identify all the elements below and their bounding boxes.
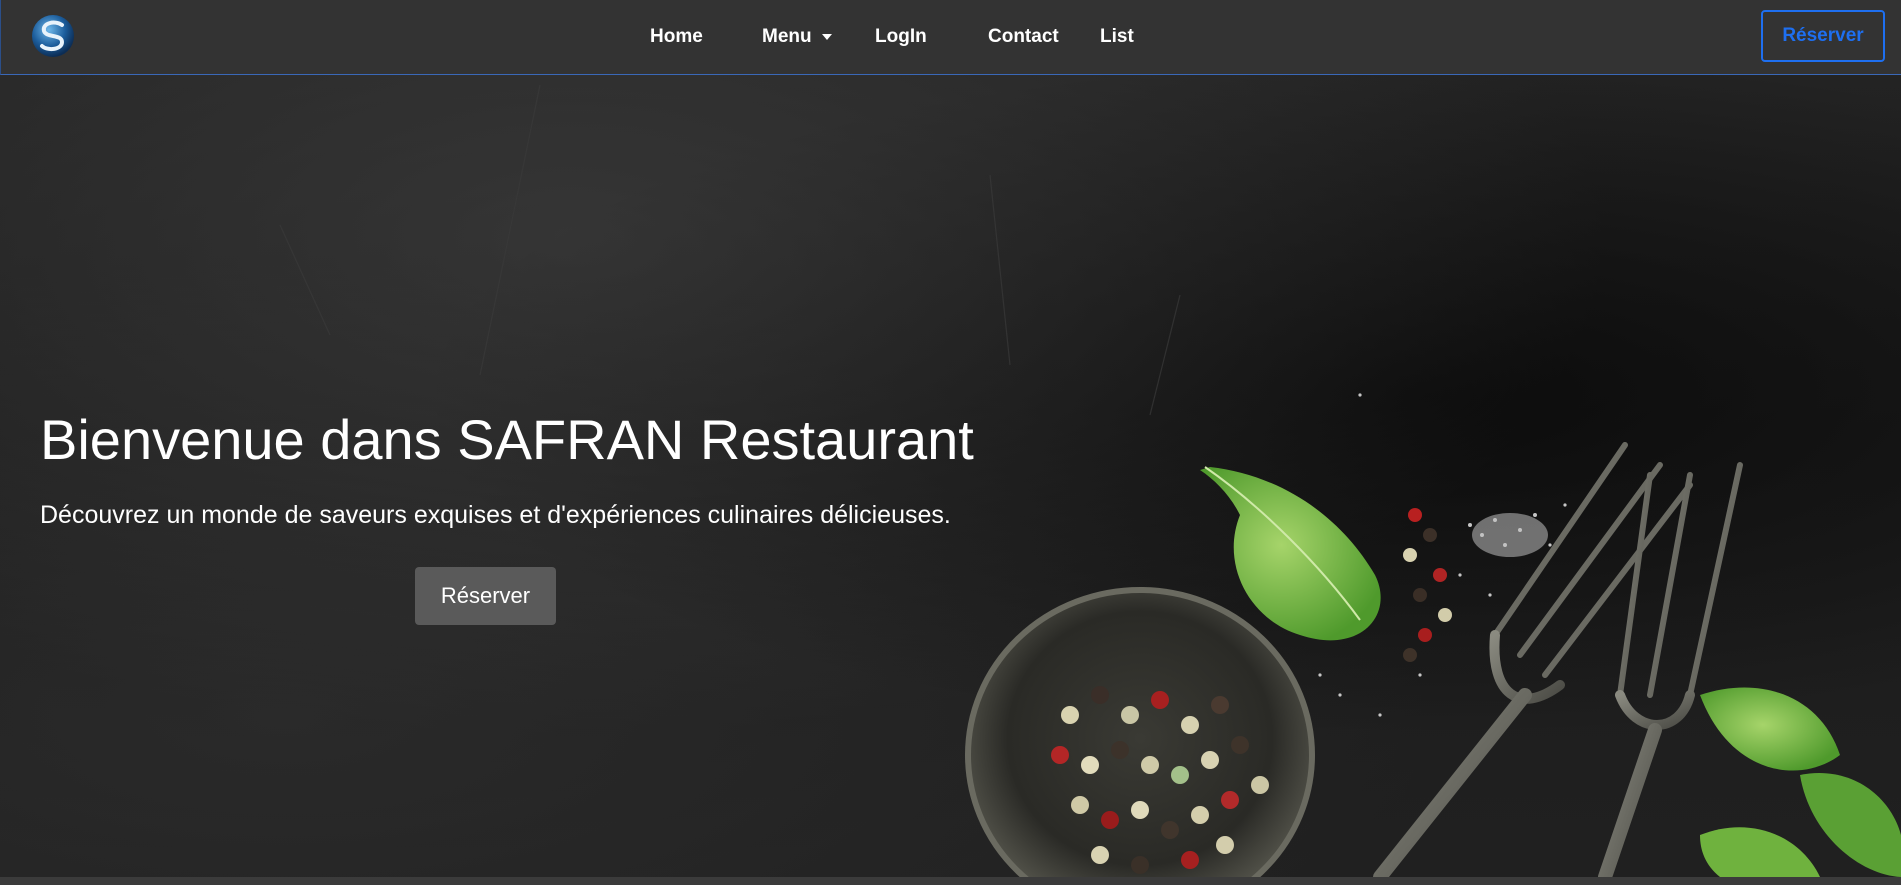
nav-menu-label: Menu [762,26,812,47]
page-bottom-edge [0,877,1901,885]
reserve-button[interactable]: Réserver [1761,10,1885,62]
hero-subtitle: Découvrez un monde de saveurs exquises e… [40,501,951,529]
hero-reserve-button[interactable]: Réserver [415,567,556,625]
hero-section: Bienvenue dans SAFRAN Restaurant Découvr… [0,75,1901,877]
caret-down-icon [821,33,832,40]
logo-icon[interactable] [29,12,77,60]
nav-login-link[interactable]: LogIn [875,26,927,48]
hero-title: Bienvenue dans SAFRAN Restaurant [40,408,974,471]
nav-contact-link[interactable]: Contact [988,26,1059,48]
nav-home-link[interactable]: Home [650,26,703,48]
nav-menu-dropdown[interactable]: Menu [762,26,832,48]
hero-background-image [279,84,1901,877]
top-navbar: Home Menu LogIn Contact List Réserver [0,0,1901,75]
nav-list-link[interactable]: List [1100,26,1134,48]
